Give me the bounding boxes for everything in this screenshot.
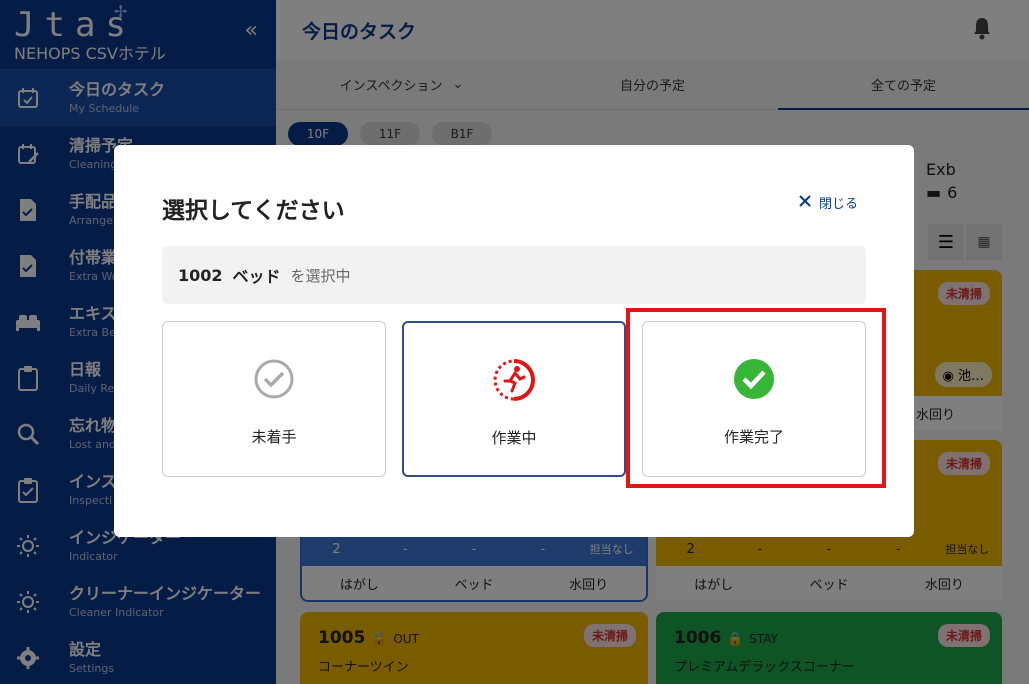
close-icon — [799, 194, 811, 211]
option-not-started[interactable]: 未着手 — [162, 321, 386, 477]
selection-summary: 1002 ベッド を選択中 — [162, 246, 866, 304]
selected-suffix: を選択中 — [290, 266, 351, 285]
dialog-title: 選択してください — [162, 198, 345, 224]
selected-item: ベッド — [232, 267, 281, 286]
running-person-icon — [491, 357, 537, 403]
close-button[interactable]: 閉じる — [799, 193, 858, 212]
option-label: 未着手 — [251, 428, 297, 446]
circle-check-outline-icon — [253, 356, 295, 402]
selected-room-number: 1002 — [178, 265, 223, 285]
option-label: 作業中 — [491, 429, 537, 447]
highlight-box — [626, 308, 886, 488]
option-in-progress[interactable]: 作業中 — [402, 321, 626, 477]
close-label: 閉じる — [818, 197, 858, 212]
